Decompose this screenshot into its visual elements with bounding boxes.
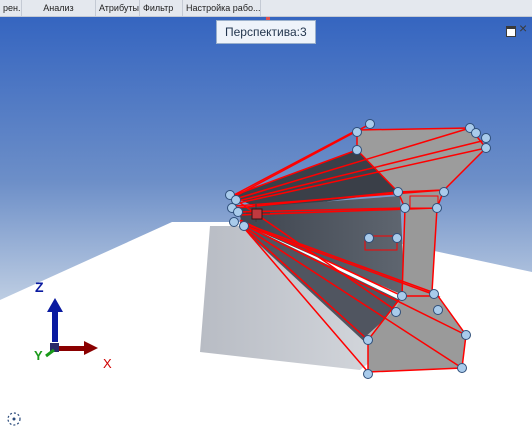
x-axis-label: X bbox=[103, 356, 112, 371]
menu-item-filter[interactable]: Фильтр bbox=[140, 0, 183, 16]
menu-item-work-settings[interactable]: Настройка рабо... bbox=[183, 0, 261, 16]
z-axis-label: Z bbox=[35, 279, 44, 295]
view-marker bbox=[266, 17, 270, 20]
3d-viewport[interactable]: Z X Y bbox=[0, 17, 532, 433]
menu-item-analysis[interactable]: Анализ bbox=[22, 0, 96, 16]
close-icon[interactable]: × bbox=[519, 20, 527, 36]
menu-item-render[interactable]: рен... bbox=[0, 0, 22, 16]
viewport-label[interactable]: Перспектива:3 bbox=[216, 20, 316, 44]
menu-bar: рен... Анализ Атрибуты Фильтр Настройка … bbox=[0, 0, 532, 17]
menu-item-attributes[interactable]: Атрибуты bbox=[96, 0, 140, 16]
y-axis-label: Y bbox=[34, 348, 43, 363]
maximize-icon[interactable] bbox=[506, 26, 516, 37]
